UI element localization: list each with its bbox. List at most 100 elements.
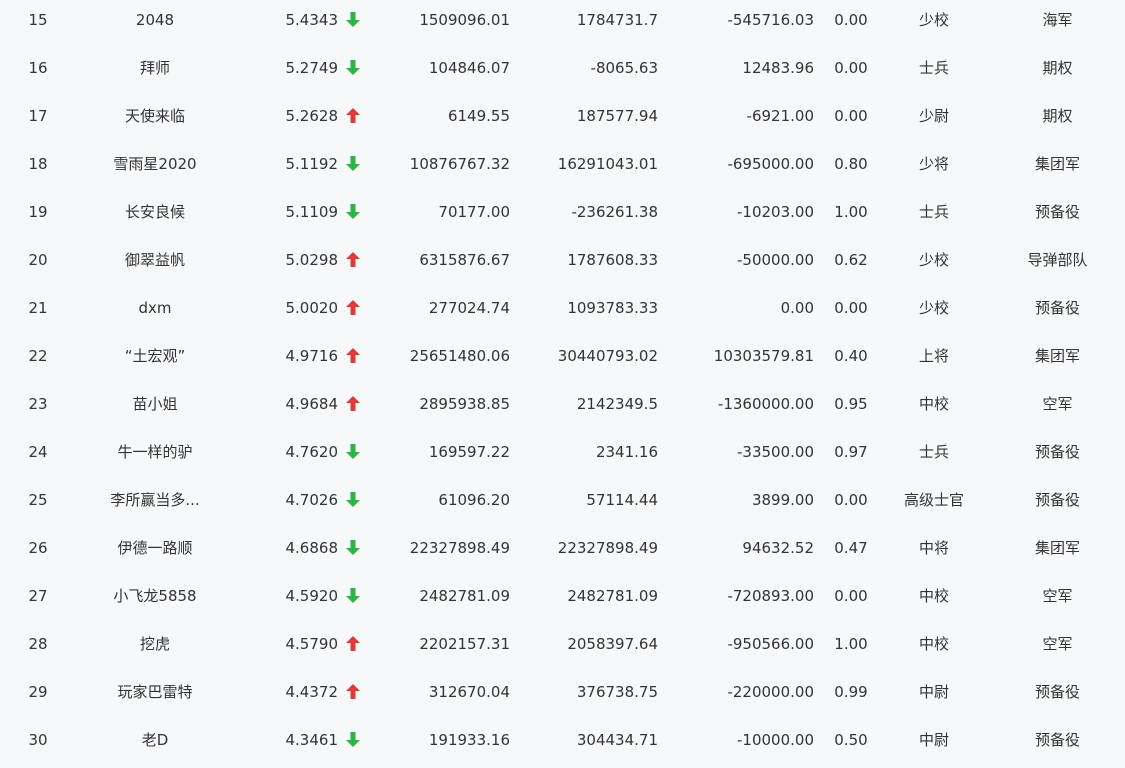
value2-cell: 376738.75 — [576, 683, 658, 701]
table-row[interactable]: 17 天使来临 5.2628 6149.55 187577.94 -6921.0… — [0, 96, 1125, 144]
score-cell: 5.2749 — [285, 59, 339, 77]
unit-cell: 集团军 — [1034, 347, 1080, 365]
score-cell: 4.3461 — [285, 731, 339, 749]
table-row[interactable]: 24 牛一样的驴 4.7620 169597.22 2341.16 -33500… — [0, 432, 1125, 480]
ranking-table: 15 2048 5.4343 1509096.01 1784731.7 -545… — [0, 0, 1125, 766]
value2-cell: 1784731.7 — [576, 11, 658, 29]
arrow-down-icon — [346, 732, 360, 747]
arrow-up-icon — [346, 636, 360, 651]
military-rank-cell: 中校 — [918, 395, 949, 413]
player-name-cell: 雪雨星2020 — [113, 155, 197, 173]
rank-cell: 17 — [28, 107, 48, 125]
value3-cell: 12483.96 — [742, 59, 814, 77]
value3-cell: 3899.00 — [751, 491, 814, 509]
military-rank-cell: 士兵 — [918, 443, 949, 461]
table-row[interactable]: 19 长安良候 5.1109 70177.00 -236261.38 -1020… — [0, 192, 1125, 240]
ratio-cell: 0.00 — [834, 299, 868, 317]
value2-cell: 1093783.33 — [567, 299, 658, 317]
value3-cell: -220000.00 — [727, 683, 814, 701]
table-row[interactable]: 23 苗小姐 4.9684 2895938.85 2142349.5 -1360… — [0, 384, 1125, 432]
ratio-cell: 0.00 — [834, 107, 868, 125]
ratio-cell: 0.00 — [834, 11, 868, 29]
rank-cell: 26 — [28, 539, 48, 557]
table-row[interactable]: 22 “土宏观” 4.9716 25651480.06 30440793.02 … — [0, 336, 1125, 384]
arrow-up-icon — [346, 240, 364, 288]
value1-cell: 10876767.32 — [409, 155, 510, 173]
player-name-cell: 老D — [141, 731, 169, 749]
value1-cell: 104846.07 — [428, 59, 510, 77]
score-cell: 5.4343 — [285, 11, 339, 29]
arrow-down-icon — [346, 492, 360, 507]
military-rank-cell: 少校 — [918, 251, 949, 269]
value1-cell: 2482781.09 — [419, 587, 510, 605]
rank-cell: 30 — [28, 731, 48, 749]
unit-cell: 预备役 — [1034, 683, 1080, 701]
arrow-up-icon — [346, 96, 364, 144]
ratio-cell: 1.00 — [834, 635, 868, 653]
table-row[interactable]: 16 拜师 5.2749 104846.07 -8065.63 12483.96… — [0, 48, 1125, 96]
rank-cell: 21 — [28, 299, 48, 317]
rank-cell: 24 — [28, 443, 48, 461]
rank-cell: 27 — [28, 587, 48, 605]
value1-cell: 6149.55 — [447, 107, 510, 125]
arrow-down-icon — [346, 540, 360, 555]
value3-cell: -33500.00 — [737, 443, 814, 461]
value2-cell: 304434.71 — [576, 731, 658, 749]
unit-cell: 海军 — [1042, 11, 1073, 29]
rank-cell: 23 — [28, 395, 48, 413]
value2-cell: 16291043.01 — [557, 155, 658, 173]
unit-cell: 预备役 — [1034, 731, 1080, 749]
value2-cell: 57114.44 — [586, 491, 658, 509]
ratio-cell: 0.40 — [834, 347, 868, 365]
arrow-down-icon — [346, 528, 364, 576]
score-cell: 4.5790 — [285, 635, 339, 653]
player-name-cell: dxm — [138, 299, 172, 317]
table-row[interactable]: 20 御翠益帆 5.0298 6315876.67 1787608.33 -50… — [0, 240, 1125, 288]
table-row[interactable]: 29 玩家巴雷特 4.4372 312670.04 376738.75 -220… — [0, 672, 1125, 720]
unit-cell: 集团军 — [1034, 155, 1080, 173]
value3-cell: -10000.00 — [737, 731, 814, 749]
table-row[interactable]: 26 伊德一路顺 4.6868 22327898.49 22327898.49 … — [0, 528, 1125, 576]
table-row[interactable]: 27 小飞龙5858 4.5920 2482781.09 2482781.09 … — [0, 576, 1125, 624]
table-row[interactable]: 25 李所赢当多... 4.7026 61096.20 57114.44 389… — [0, 480, 1125, 528]
score-cell: 4.9716 — [285, 347, 339, 365]
table-row[interactable]: 21 dxm 5.0020 277024.74 1093783.33 0.00 … — [0, 288, 1125, 336]
table-row[interactable]: 28 挖虎 4.5790 2202157.31 2058397.64 -9505… — [0, 624, 1125, 672]
ratio-cell: 0.80 — [834, 155, 868, 173]
value2-cell: 2142349.5 — [576, 395, 658, 413]
value2-cell: 22327898.49 — [557, 539, 658, 557]
value2-cell: 2058397.64 — [567, 635, 658, 653]
unit-cell: 空军 — [1042, 635, 1073, 653]
table-row[interactable]: 15 2048 5.4343 1509096.01 1784731.7 -545… — [0, 0, 1125, 48]
arrow-down-icon — [346, 156, 360, 171]
player-name-cell: 伊德一路顺 — [117, 539, 193, 557]
arrow-down-icon — [346, 480, 364, 528]
table-row[interactable]: 30 老D 4.3461 191933.16 304434.71 -10000.… — [0, 720, 1125, 768]
score-cell: 5.0020 — [285, 299, 339, 317]
value3-cell: -695000.00 — [727, 155, 814, 173]
score-cell: 4.5920 — [285, 587, 339, 605]
arrow-down-icon — [346, 576, 364, 624]
value2-cell: 30440793.02 — [557, 347, 658, 365]
arrow-down-icon — [346, 144, 364, 192]
value1-cell: 61096.20 — [438, 491, 510, 509]
value2-cell: 2482781.09 — [567, 587, 658, 605]
arrow-down-icon — [346, 192, 364, 240]
ratio-cell: 0.97 — [834, 443, 868, 461]
military-rank-cell: 中将 — [918, 539, 949, 557]
unit-cell: 预备役 — [1034, 443, 1080, 461]
table-row[interactable]: 18 雪雨星2020 5.1192 10876767.32 16291043.0… — [0, 144, 1125, 192]
score-cell: 5.2628 — [285, 107, 339, 125]
value3-cell: -950566.00 — [727, 635, 814, 653]
arrow-down-icon — [346, 588, 360, 603]
ratio-cell: 0.50 — [834, 731, 868, 749]
arrow-down-icon — [346, 432, 364, 480]
ratio-cell: 0.00 — [834, 491, 868, 509]
arrow-down-icon — [346, 444, 360, 459]
player-name-cell: 天使来临 — [124, 107, 185, 125]
value2-cell: 1787608.33 — [567, 251, 658, 269]
rank-cell: 25 — [28, 491, 48, 509]
player-name-cell: 小飞龙5858 — [113, 587, 197, 605]
ratio-cell: 0.00 — [834, 587, 868, 605]
score-cell: 5.1109 — [285, 203, 339, 221]
